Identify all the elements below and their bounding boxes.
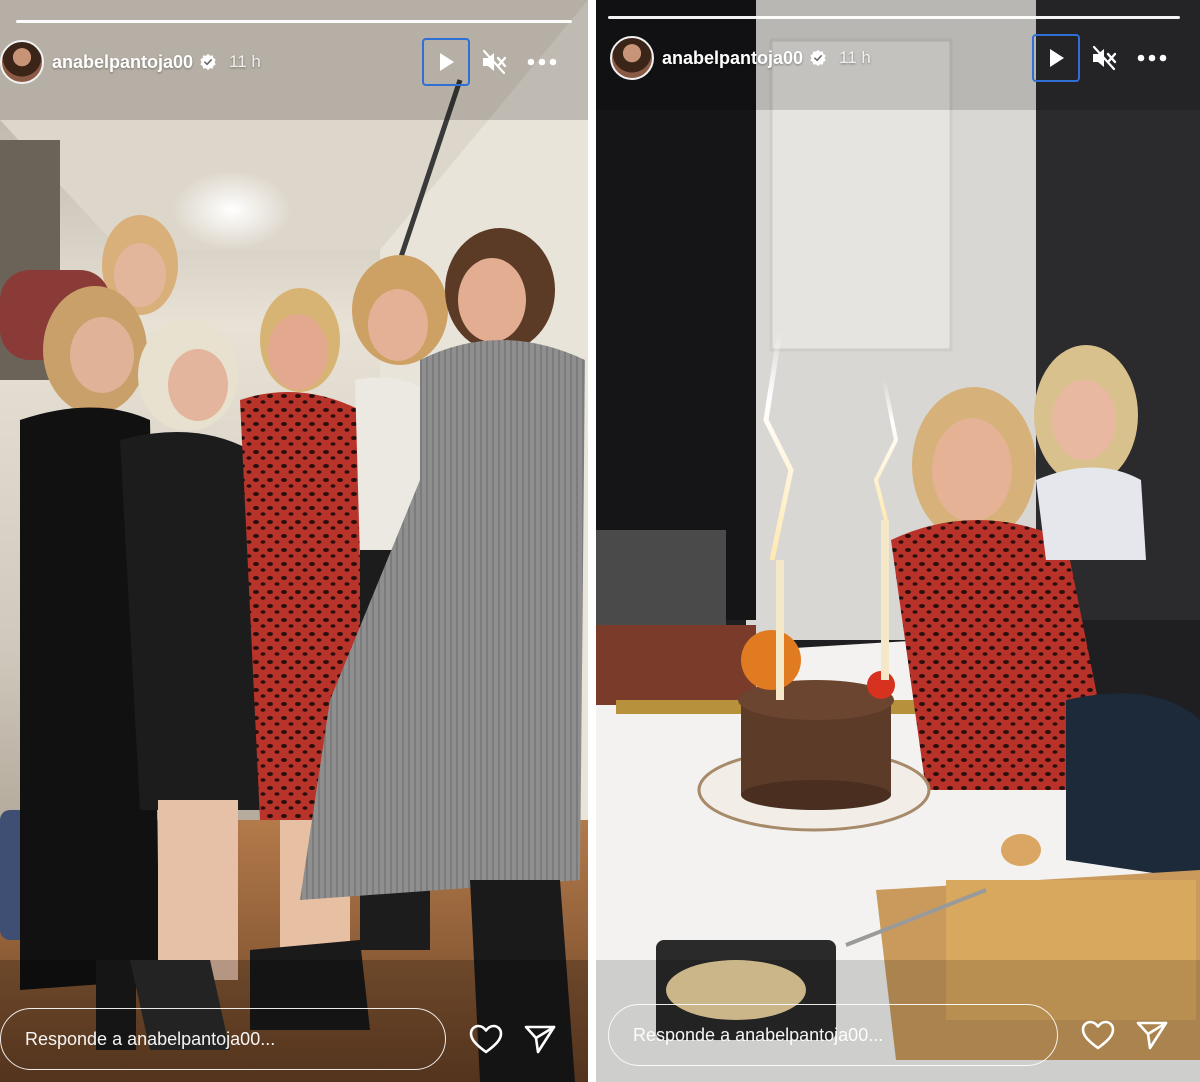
send-button[interactable]	[518, 1017, 562, 1061]
more-options-icon	[1137, 54, 1167, 62]
play-button[interactable]	[1032, 34, 1080, 82]
story-timestamp: 11 h	[839, 48, 871, 67]
reply-bar	[608, 1004, 1174, 1066]
story-photo-birthday-cake	[596, 0, 1200, 1082]
story-timestamp: 11 h	[229, 52, 261, 71]
play-button[interactable]	[422, 38, 470, 86]
story-progress-bar	[608, 16, 1180, 19]
mute-button[interactable]	[1080, 34, 1128, 82]
story-progress-bar	[16, 20, 572, 23]
story-username[interactable]: anabelpantoja00	[52, 52, 193, 73]
heart-icon	[469, 1024, 503, 1054]
story-controls	[1032, 34, 1176, 82]
story-username[interactable]: anabelpantoja00	[662, 48, 803, 69]
muted-speaker-icon	[482, 49, 507, 75]
mute-button[interactable]	[470, 38, 518, 86]
send-icon	[1136, 1021, 1168, 1050]
reply-input[interactable]	[0, 1008, 446, 1070]
story-right[interactable]: anabelpantoja00 11 h	[596, 0, 1200, 1082]
profile-avatar[interactable]	[610, 36, 654, 80]
like-button[interactable]	[464, 1017, 508, 1061]
send-icon	[524, 1025, 556, 1054]
verified-badge-icon	[810, 49, 826, 67]
story-divider	[588, 0, 596, 1082]
profile-avatar[interactable]	[0, 40, 44, 84]
play-icon	[440, 53, 454, 71]
story-left[interactable]: anabelpantoja00 11 h	[0, 0, 588, 1082]
heart-icon	[1081, 1020, 1115, 1050]
story-photo-party	[0, 0, 588, 1082]
reply-bar	[0, 1008, 562, 1070]
more-options-button[interactable]	[1128, 34, 1176, 82]
verified-badge-icon	[200, 53, 216, 71]
muted-speaker-icon	[1092, 45, 1117, 71]
story-controls	[422, 38, 566, 86]
reply-input[interactable]	[608, 1004, 1058, 1066]
more-options-icon	[527, 58, 557, 66]
more-options-button[interactable]	[518, 38, 566, 86]
like-button[interactable]	[1076, 1013, 1120, 1057]
send-button[interactable]	[1130, 1013, 1174, 1057]
play-icon	[1050, 49, 1064, 67]
